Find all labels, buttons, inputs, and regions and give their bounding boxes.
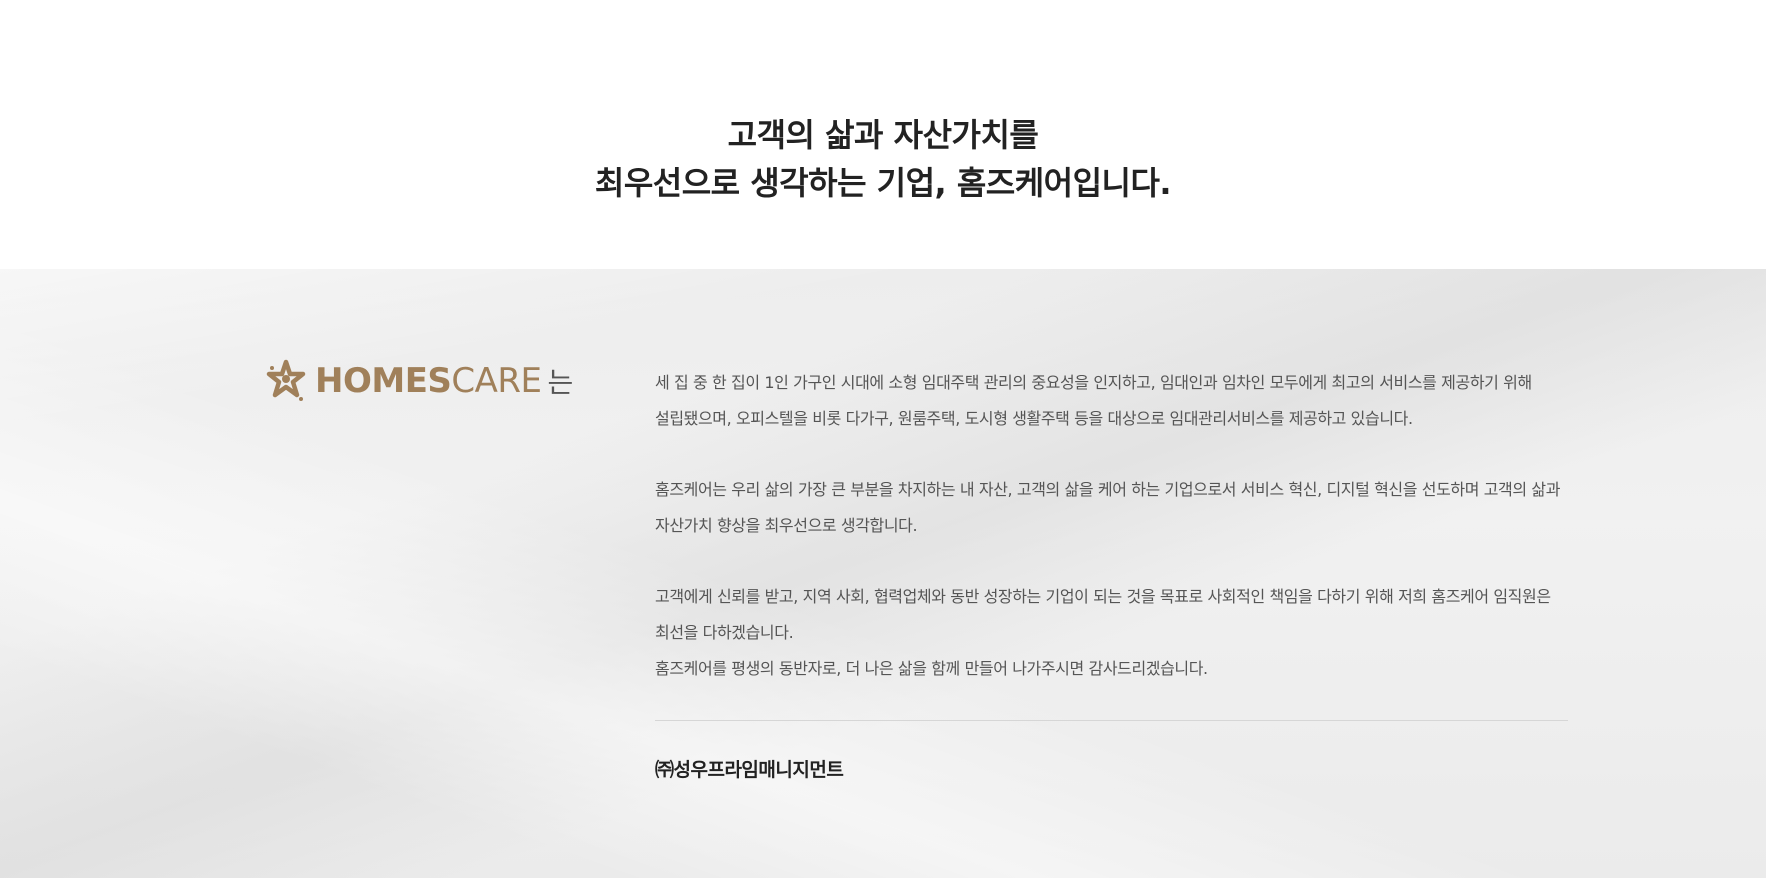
intro-paragraph-3-line-2: 최선을 다하겠습니다. xyxy=(655,623,794,642)
brand-logo: HOMES CARE 는 xyxy=(265,359,573,403)
intro-paragraph-4-line-1: 홈즈케어를 평생의 동반자로, 더 나은 삶을 함께 만들어 나가주시면 감사드… xyxy=(655,659,1208,678)
intro-paragraph-1: 세 집 중 한 집이 1인 가구인 시대에 소형 임대주택 관리의 중요성을 인… xyxy=(655,365,1568,437)
brand-name-bold: HOMES xyxy=(315,361,452,401)
hero-section: 고객의 삶과 자산가치를 최우선으로 생각하는 기업, 홈즈케어입니다. xyxy=(0,0,1766,269)
intro-paragraph-2-line-2: 자산가치 향상을 최우선으로 생각합니다. xyxy=(655,516,918,535)
star-logo-icon xyxy=(266,359,306,401)
brand-suffix: 는 xyxy=(547,366,574,399)
intro-paragraph-4: 홈즈케어를 평생의 동반자로, 더 나은 삶을 함께 만들어 나가주시면 감사드… xyxy=(655,651,1568,687)
hero-headline-line-1: 고객의 삶과 자산가치를 xyxy=(727,116,1039,154)
brand-name-light: CARE xyxy=(451,361,542,401)
intro-paragraph-2: 홈즈케어는 우리 삶의 가장 큰 부분을 차지하는 내 자산, 고객의 삶을 케… xyxy=(655,472,1568,544)
intro-paragraph-2-line-1: 홈즈케어는 우리 삶의 가장 큰 부분을 차지하는 내 자산, 고객의 삶을 케… xyxy=(655,480,1561,499)
about-section: HOMES CARE 는 세 집 중 한 집이 1인 가구인 시대에 소형 임대주… xyxy=(0,269,1766,878)
hero-headline-line-2: 최우선으로 생각하는 기업, 홈즈케어입니다. xyxy=(594,164,1172,202)
intro-paragraph-1-line-1: 세 집 중 한 집이 1인 가구인 시대에 소형 임대주택 관리의 중요성을 인… xyxy=(655,373,1532,392)
intro-paragraph-3: 고객에게 신뢰를 받고, 지역 사회, 협력업체와 동반 성장하는 기업이 되는… xyxy=(655,579,1568,651)
intro-paragraph-1-line-2: 설립됐으며, 오피스텔을 비롯 다가구, 원룸주택, 도시형 생활주택 등을 대… xyxy=(655,409,1413,428)
intro-paragraph-3-line-1: 고객에게 신뢰를 받고, 지역 사회, 협력업체와 동반 성장하는 기업이 되는… xyxy=(655,587,1551,606)
intro-text: 세 집 중 한 집이 1인 가구인 시대에 소형 임대주택 관리의 중요성을 인… xyxy=(655,365,1568,687)
divider xyxy=(655,720,1568,721)
company-name: ㈜성우프라임매니지먼트 xyxy=(655,759,844,781)
